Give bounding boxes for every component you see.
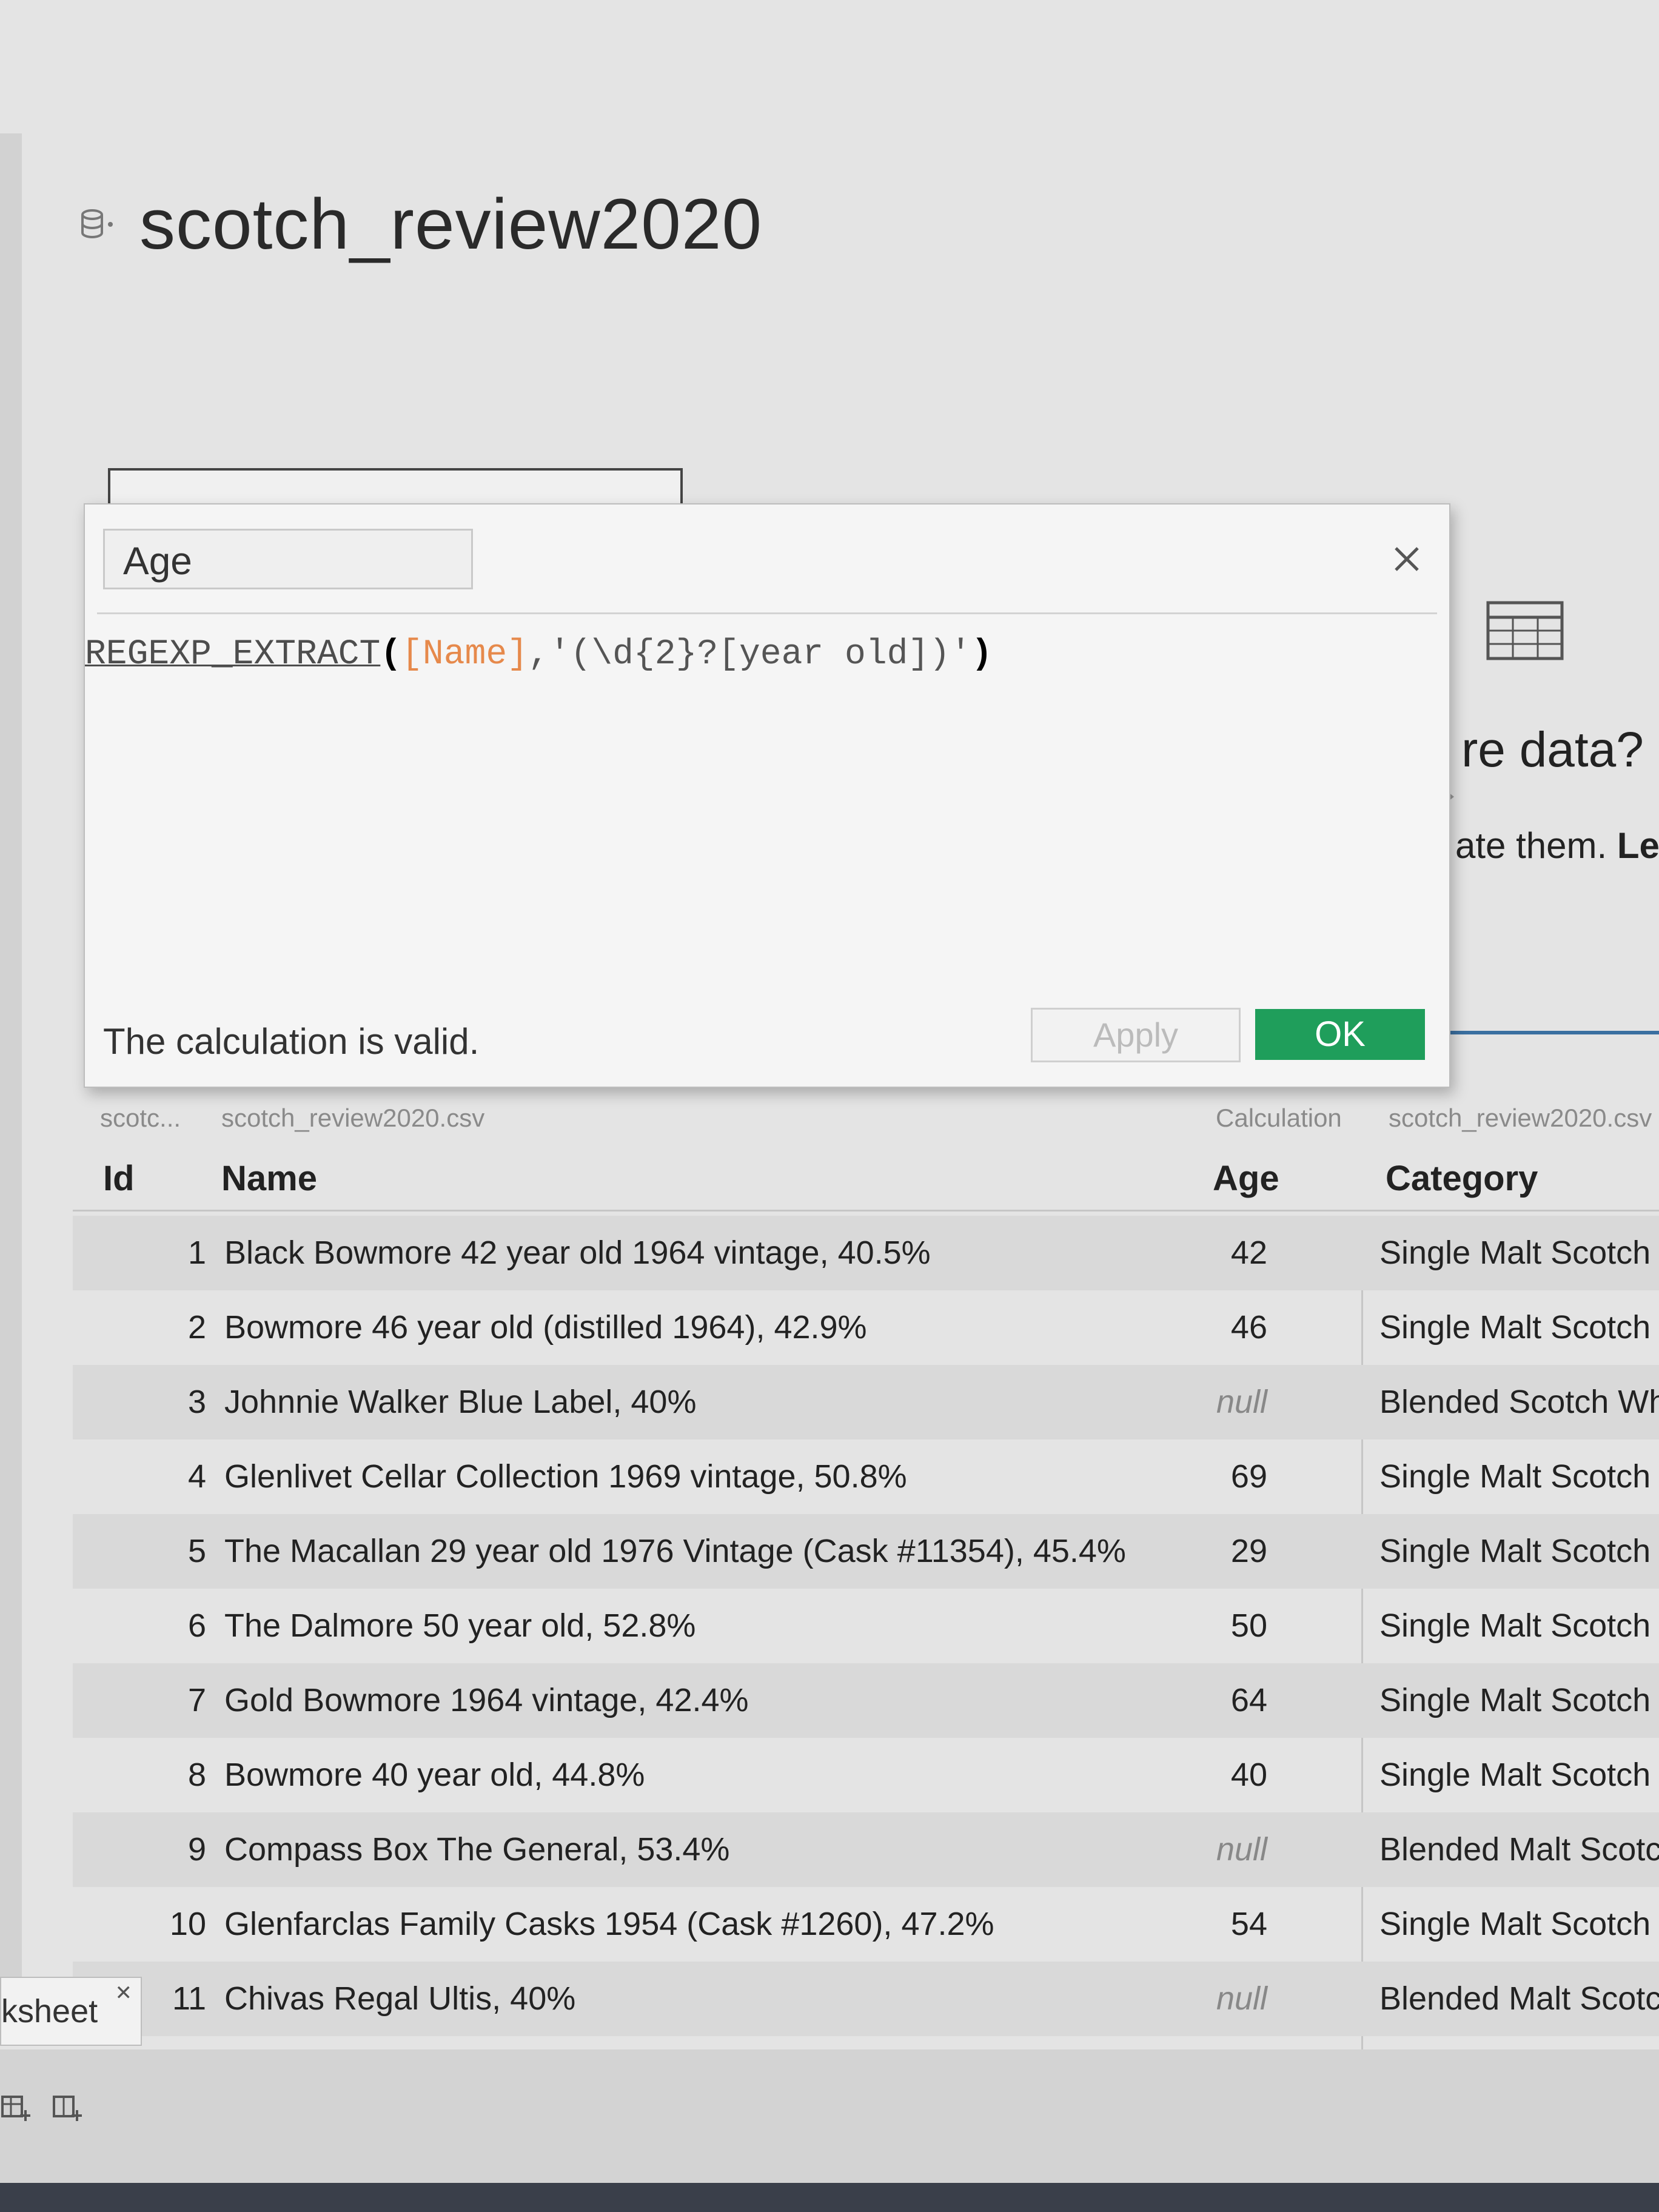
datasource-title[interactable]: scotch_review2020 [139, 183, 762, 266]
cell-category: Blended Malt Scotch... [1379, 1980, 1659, 2017]
cell-name: Chivas Regal Ultis, 40% [224, 1980, 576, 2017]
cell-category: Blended Malt Scotch... [1379, 1831, 1659, 1868]
cell-name: Bowmore 46 year old (distilled 1964), 42… [224, 1309, 867, 1346]
table-row[interactable]: 6 The Dalmore 50 year old, 52.8% 50 Single … [73, 1589, 1659, 1663]
calculation-editor-dialog: Age REGEXP_EXTRACT([Name],'(\d{2}?[year … [84, 503, 1450, 1088]
cell-name: Compass Box The General, 53.4% [224, 1831, 730, 1868]
new-worksheet-icon[interactable] [0, 2092, 30, 2122]
dialog-separator [97, 612, 1437, 614]
worksheet-tab[interactable]: ksheet ✕ [0, 1977, 142, 2046]
cell-category: Single Malt Scotch [1379, 1309, 1651, 1346]
calculation-name-input[interactable]: Age [103, 529, 473, 589]
cell-name: Bowmore 40 year old, 44.8% [224, 1757, 645, 1793]
formula-comma: , [528, 635, 549, 674]
column-header-id[interactable]: Id [103, 1158, 135, 1199]
table-row[interactable]: 8 Bowmore 40 year old, 44.8% 40 Single Malt… [73, 1738, 1659, 1812]
cell-id: 4 [187, 1458, 206, 1495]
cell-category: Single Malt Scotch [1379, 1682, 1651, 1718]
cell-category: Single Malt Scotch [1379, 1235, 1651, 1271]
divider [1443, 1031, 1659, 1034]
column-source-name: scotch_review2020.csv [221, 1104, 485, 1132]
table-row[interactable]: 2 Bowmore 46 year old (distilled 1964), 4… [73, 1290, 1659, 1365]
cell-name: Glenfarclas Family Casks 1954 (Cask #126… [224, 1906, 994, 1942]
cell-age: 46 [1230, 1309, 1267, 1346]
cell-age: 40 [1230, 1757, 1267, 1793]
cell-id: 8 [187, 1757, 206, 1793]
cell-id: 3 [187, 1384, 206, 1420]
table-row[interactable]: 11 Chivas Regal Ultis, 40% null Blended Mal… [73, 1962, 1659, 2036]
cell-age: null [1216, 1384, 1267, 1420]
cell-age: 42 [1230, 1235, 1267, 1271]
validation-status: The calculation is valid. [103, 1021, 480, 1062]
worksheet-tab-label: ksheet [1, 1993, 98, 2029]
formula-pattern: '(\d{2}?[year old])' [549, 635, 971, 674]
table-body: 1 Black Bowmore 42 year old 1964 vintage,… [73, 1216, 1659, 2111]
cell-name: Gold Bowmore 1964 vintage, 42.4% [224, 1682, 749, 1718]
cell-id: 6 [187, 1607, 206, 1644]
header-divider [73, 1210, 1659, 1212]
cell-id: 10 [169, 1906, 206, 1942]
cell-age: 54 [1230, 1906, 1267, 1942]
cell-category: Single Malt Scotch [1379, 1458, 1651, 1495]
datasource-header: scotch_review2020 [79, 182, 1292, 267]
table-row[interactable]: 3 Johnnie Walker Blue Label, 40% null Blend… [73, 1365, 1659, 1439]
cell-category: Single Malt Scotch [1379, 1533, 1651, 1569]
data-grid: scotc... scotch_review2020.csv Calculati… [73, 1091, 1659, 2091]
prompt-question: re data? [1461, 722, 1644, 777]
column-source-category: scotch_review2020.csv [1389, 1104, 1652, 1132]
cell-category: Single Malt Scotch [1379, 1906, 1651, 1942]
new-dashboard-icon[interactable] [52, 2092, 82, 2122]
cell-age: 29 [1230, 1533, 1267, 1569]
column-header-name[interactable]: Name [221, 1158, 317, 1199]
cell-id: 2 [187, 1309, 206, 1346]
ok-button[interactable]: OK [1255, 1009, 1425, 1060]
table-row[interactable]: 9 Compass Box The General, 53.4% null Blend… [73, 1812, 1659, 1887]
column-header-age[interactable]: Age [1213, 1158, 1279, 1199]
prompt-text: ate them. Le [1455, 825, 1659, 866]
left-panel-edge [0, 133, 22, 2013]
close-tab-icon[interactable]: ✕ [115, 1960, 133, 2026]
table-row[interactable]: 4 Glenlivet Cellar Collection 1969 vintag… [73, 1439, 1659, 1514]
cell-age: 69 [1230, 1458, 1267, 1495]
taskbar-edge [0, 2183, 1659, 2212]
cell-name: Glenlivet Cellar Collection 1969 vintage… [224, 1458, 907, 1495]
table-row[interactable]: 1 Black Bowmore 42 year old 1964 vintage,… [73, 1216, 1659, 1290]
formula-editor[interactable]: REGEXP_EXTRACT([Name],'(\d{2}?[year old]… [85, 635, 993, 674]
column-header-category[interactable]: Category [1386, 1158, 1538, 1199]
cell-id: 7 [187, 1682, 206, 1718]
formula-close-paren: ) [971, 635, 993, 674]
cell-name: The Macallan 29 year old 1976 Vintage (C… [224, 1533, 1126, 1569]
table-row[interactable]: 10 Glenfarclas Family Casks 1954 (Cask #1… [73, 1887, 1659, 1962]
cell-id: 1 [187, 1235, 206, 1271]
cell-age: null [1216, 1831, 1267, 1868]
column-source-age: Calculation [1216, 1104, 1342, 1132]
cell-age: 64 [1230, 1682, 1267, 1718]
cell-age: 50 [1230, 1607, 1267, 1644]
cell-name: The Dalmore 50 year old, 52.8% [224, 1607, 696, 1644]
formula-function: REGEXP_EXTRACT [85, 635, 381, 674]
formula-field-reference: [Name] [401, 635, 528, 674]
cell-category: Single Malt Scotch [1379, 1607, 1651, 1644]
cell-category: Single Malt Scotch [1379, 1757, 1651, 1793]
cell-id: 9 [187, 1831, 206, 1868]
cell-name: Black Bowmore 42 year old 1964 vintage, … [224, 1235, 931, 1271]
learn-more-link[interactable]: Le [1617, 825, 1659, 866]
cell-id: 5 [187, 1533, 206, 1569]
close-icon[interactable] [1389, 541, 1425, 577]
background-prompt: re data? ate them. Le [1443, 570, 1659, 1055]
column-source-id: scotc... [100, 1104, 181, 1132]
cell-age: null [1216, 1980, 1267, 2017]
apply-button[interactable]: Apply [1031, 1008, 1241, 1062]
cell-name: Johnnie Walker Blue Label, 40% [224, 1384, 697, 1420]
table-row[interactable]: 7 Gold Bowmore 1964 vintage, 42.4% 64 Singl… [73, 1663, 1659, 1738]
table-grid-icon [1486, 600, 1564, 661]
cell-id: 11 [172, 1980, 206, 2017]
table-row[interactable]: 5 The Macallan 29 year old 1976 Vintage (… [73, 1514, 1659, 1589]
cell-category: Blended Scotch Wh [1379, 1384, 1659, 1420]
database-icon[interactable] [79, 206, 115, 243]
formula-open-paren: ( [380, 635, 402, 674]
